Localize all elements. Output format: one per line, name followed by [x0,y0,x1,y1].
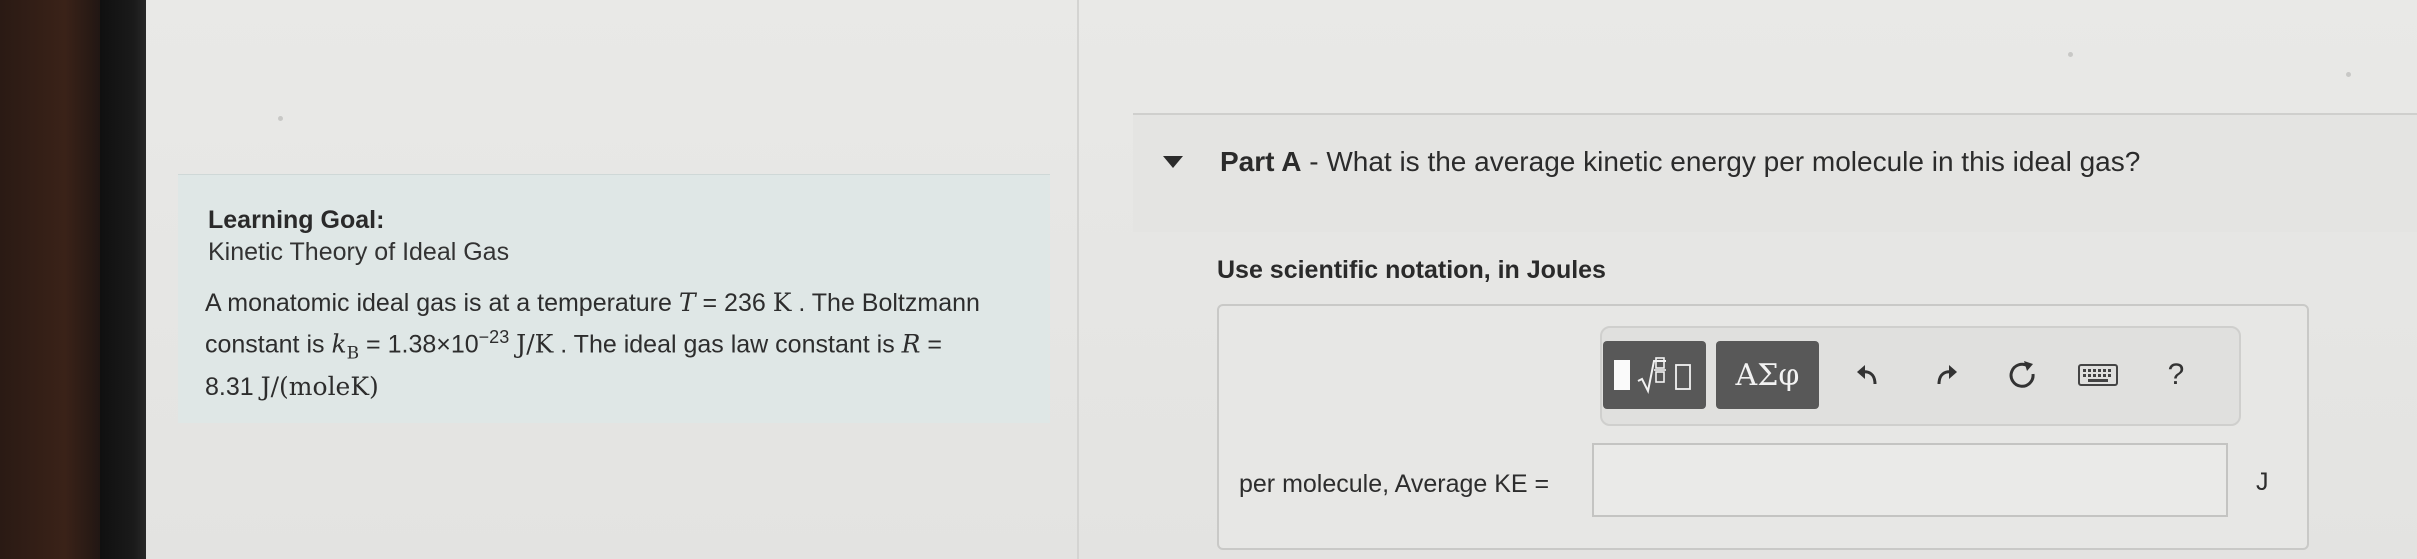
pane-divider [1077,0,1079,559]
part-a-title[interactable]: Part A - What is the average kinetic ene… [1220,146,2140,178]
average-ke-input[interactable] [1592,443,2228,517]
monitor-bezel [100,0,148,559]
learning-goal-subtitle: Kinetic Theory of Ideal Gas [208,238,510,266]
templates-icon [1613,355,1696,395]
answer-label: per molecule, Average KE = [1239,470,1550,498]
learning-goal-title: Learning Goal: [208,206,385,234]
answer-unit: J [2256,468,2269,496]
undo-icon[interactable] [1848,350,1888,400]
keyboard-icon[interactable] [2078,350,2118,400]
reset-icon[interactable] [2002,350,2042,400]
caret-down-icon[interactable] [1163,156,1183,168]
goal-text-segment: . The ideal gas law constant is [553,330,902,359]
exponent: −23 [478,327,510,347]
screen-speck [2068,52,2073,57]
screen-speck [2346,72,2351,77]
kelvin-unit: K [772,288,792,317]
goal-text-segment: = 1.38×10 [359,330,479,359]
desk-background [0,0,108,559]
boltzmann-symbol: k [331,329,347,359]
screen-speck [278,116,283,121]
gas-constant-unit: J/(moleK) [260,372,379,402]
redo-icon[interactable] [1926,350,1966,400]
help-button[interactable]: ? [2156,350,2196,400]
templates-button[interactable] [1603,341,1706,409]
joule-per-kelvin-unit: J/K [516,329,554,359]
boltzmann-subscript: B [346,343,360,364]
learning-goal-description: A monatomic ideal gas is at a temperatur… [205,286,985,404]
part-a-question: - What is the average kinetic energy per… [1301,146,2141,177]
gas-constant-symbol: R [901,329,921,359]
temperature-symbol: T [678,288,696,317]
goal-text-segment: = 236 [695,289,773,317]
answer-instruction: Use scientific notation, in Joules [1217,256,1606,284]
greek-symbols-button[interactable]: ΑΣφ [1716,341,1819,409]
part-a-label: Part A [1220,146,1302,177]
goal-text-segment: A monatomic ideal gas is at a temperatur… [205,289,679,317]
